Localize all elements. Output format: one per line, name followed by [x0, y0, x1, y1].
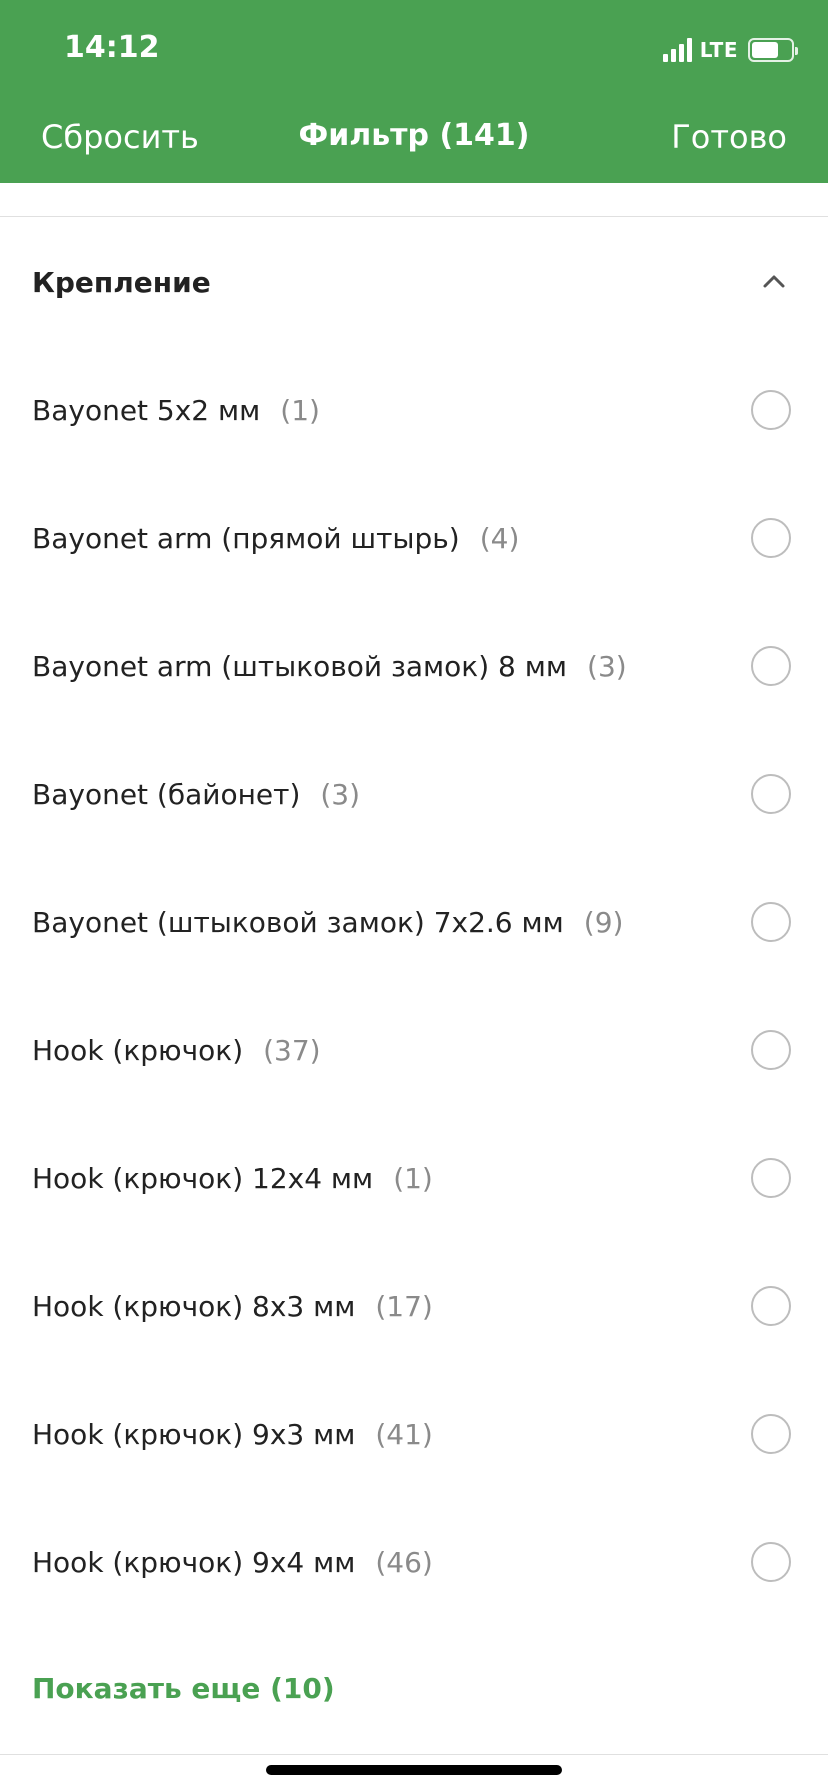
- list-item[interactable]: Hook (крючок) 9x3 мм (41): [0, 1370, 828, 1498]
- status-time: 14:12: [64, 30, 160, 65]
- radio-button[interactable]: [751, 1542, 791, 1582]
- radio-button[interactable]: [751, 518, 791, 558]
- reset-button[interactable]: Сбросить: [41, 118, 199, 156]
- option-label: Hook (крючок) 8x3 мм: [32, 1289, 356, 1323]
- option-count: (17): [375, 1289, 433, 1323]
- divider: [0, 1754, 828, 1755]
- option-count: (37): [263, 1033, 321, 1067]
- radio-button[interactable]: [751, 1030, 791, 1070]
- status-indicators: LTE: [662, 36, 798, 64]
- battery-icon: [748, 38, 798, 62]
- list-item[interactable]: Bayonet arm (прямой штырь) (4): [0, 474, 828, 602]
- section-title: Крепление: [32, 266, 211, 299]
- option-count: (9): [583, 905, 624, 939]
- radio-button[interactable]: [751, 1286, 791, 1326]
- option-count: (3): [587, 649, 627, 683]
- option-label: Hook (крючок) 12x4 мм: [32, 1161, 374, 1195]
- option-count: (1): [280, 393, 320, 427]
- option-label: Hook (крючок): [32, 1033, 244, 1067]
- radio-button[interactable]: [751, 1414, 791, 1454]
- radio-button[interactable]: [751, 390, 791, 430]
- home-indicator: [266, 1765, 562, 1775]
- radio-button[interactable]: [751, 1158, 791, 1198]
- show-more-button[interactable]: Показать еще (10): [32, 1672, 335, 1705]
- list-item[interactable]: Hook (крючок) 8x3 мм (17): [0, 1242, 828, 1370]
- chevron-up-icon[interactable]: [760, 268, 788, 296]
- option-count: (46): [375, 1545, 433, 1579]
- option-label: Bayonet (штыковой замок) 7x2.6 мм: [32, 905, 564, 939]
- list-item[interactable]: Hook (крючок) 12x4 мм (1): [0, 1114, 828, 1242]
- option-label: Bayonet arm (прямой штырь): [32, 521, 460, 555]
- radio-button[interactable]: [751, 902, 791, 942]
- header: 14:12 LTE Сбросить Фильтр (141) Готово: [0, 0, 828, 183]
- option-count: (4): [479, 521, 520, 555]
- option-label: Bayonet 5x2 мм: [32, 393, 261, 427]
- option-label: Bayonet arm (штыковой замок) 8 мм: [32, 649, 568, 683]
- option-list: Bayonet 5x2 мм (1) Bayonet arm (прямой ш…: [0, 346, 828, 1626]
- radio-button[interactable]: [751, 774, 791, 814]
- network-type: LTE: [699, 38, 738, 62]
- list-item[interactable]: Bayonet arm (штыковой замок) 8 мм (3): [0, 602, 828, 730]
- radio-button[interactable]: [751, 646, 791, 686]
- list-item[interactable]: Bayonet 5x2 мм (1): [0, 346, 828, 474]
- signal-icon: [662, 38, 692, 62]
- option-label: Bayonet (байонет): [32, 777, 301, 811]
- list-item[interactable]: Hook (крючок) (37): [0, 986, 828, 1114]
- list-item[interactable]: Bayonet (штыковой замок) 7x2.6 мм (9): [0, 858, 828, 986]
- done-button[interactable]: Готово: [671, 118, 787, 156]
- divider: [0, 216, 828, 217]
- option-count: (3): [320, 777, 361, 811]
- option-count: (1): [393, 1161, 433, 1195]
- list-item[interactable]: Bayonet (байонет) (3): [0, 730, 828, 858]
- option-count: (41): [375, 1417, 433, 1451]
- option-label: Hook (крючок) 9x4 мм: [32, 1545, 356, 1579]
- option-label: Hook (крючок) 9x3 мм: [32, 1417, 356, 1451]
- list-item[interactable]: Hook (крючок) 9x4 мм (46): [0, 1498, 828, 1626]
